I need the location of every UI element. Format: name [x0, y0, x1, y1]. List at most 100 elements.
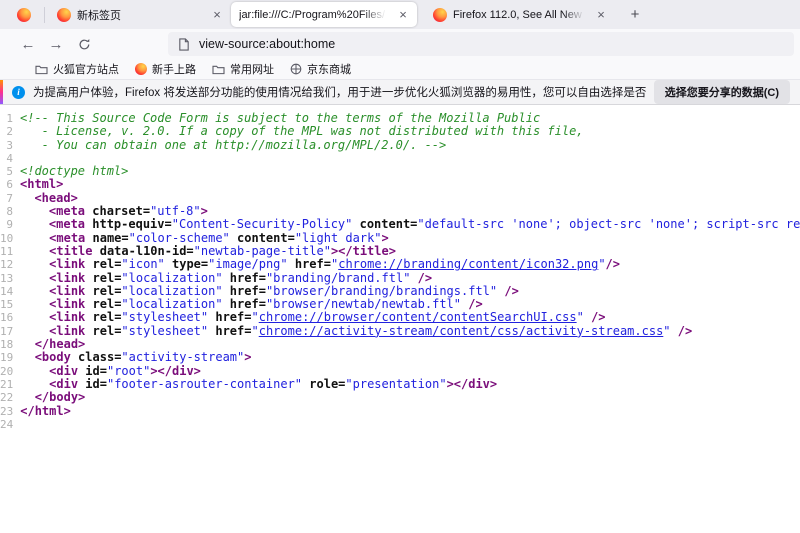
source-token: "localization"	[121, 285, 222, 298]
forward-button[interactable]: →	[42, 32, 70, 56]
line-content: <head>	[20, 192, 800, 205]
source-token: href	[223, 272, 259, 285]
line-number: 10	[0, 232, 20, 245]
bookmarks-bar: 火狐官方站点 新手上路 常用网址 京东商城	[0, 59, 800, 80]
pinned-tab[interactable]	[8, 3, 40, 26]
line-number: 17	[0, 325, 20, 338]
source-line: 18 </head>	[0, 338, 800, 351]
source-token: "localization"	[121, 298, 222, 311]
source-token: =	[186, 245, 193, 258]
source-token: href	[208, 325, 244, 338]
line-number: 23	[0, 405, 20, 418]
source-token: <div	[20, 378, 78, 391]
source-token: - License, v. 2.0. If a copy of the MPL …	[20, 125, 584, 138]
source-line: 13 <link rel="localization" href="brandi…	[0, 272, 800, 285]
source-line: 10 <meta name="color-scheme" content="li…	[0, 232, 800, 245]
source-token: <div	[20, 365, 78, 378]
source-token: rel	[85, 272, 114, 285]
source-link[interactable]: chrome://branding/content/icon32.png	[338, 258, 598, 271]
tab-firefox-release-notes[interactable]: Firefox 112.0, See All New Fea ×	[425, 3, 615, 26]
source-token: <head>	[20, 192, 78, 205]
bookmark-folder-common-sites[interactable]: 常用网址	[207, 59, 279, 79]
info-icon: i	[12, 86, 25, 99]
source-line: 8 <meta charset="utf-8">	[0, 205, 800, 218]
line-number: 20	[0, 365, 20, 378]
close-icon[interactable]: ×	[395, 7, 411, 23]
source-link[interactable]: chrome://browser/content/contentSearchUI…	[259, 311, 577, 324]
source-token: "newtab-page-title"	[194, 245, 331, 258]
infobar-message: 为提高用户体验，Firefox 将发送部分功能的使用情况给我们，用于进一步优化火…	[33, 84, 646, 100]
source-token: rel	[85, 298, 114, 311]
source-token: <link	[20, 311, 85, 324]
line-number: 8	[0, 205, 20, 218]
url-bar[interactable]: view-source:about:home	[168, 32, 794, 56]
line-content: <html>	[20, 178, 800, 191]
source-token: />	[584, 311, 606, 324]
bookmark-jd-mall[interactable]: 京东商城	[285, 59, 356, 79]
line-content: </html>	[20, 405, 800, 418]
line-content	[20, 152, 800, 165]
source-token: =	[100, 378, 107, 391]
source-token: =	[121, 232, 128, 245]
close-icon[interactable]: ×	[209, 7, 225, 23]
source-token: rel	[85, 311, 114, 324]
source-token: "image/png"	[208, 258, 287, 271]
close-icon[interactable]: ×	[593, 7, 609, 23]
line-content	[20, 418, 800, 431]
source-token: =	[259, 285, 266, 298]
line-content: <link rel="stylesheet" href="chrome://ac…	[20, 325, 800, 338]
line-number: 14	[0, 285, 20, 298]
bookmark-getting-started[interactable]: 新手上路	[130, 59, 201, 79]
tab-new-tab-page[interactable]: 新标签页 ×	[49, 3, 231, 26]
source-token: "	[251, 325, 258, 338]
source-token: <link	[20, 298, 85, 311]
source-token: "	[577, 311, 584, 324]
line-content: <link rel="icon" type="image/png" href="…	[20, 258, 800, 271]
tab-title: Firefox 112.0, See All New Fea	[453, 9, 587, 21]
line-content: <link rel="stylesheet" href="chrome://br…	[20, 311, 800, 324]
tab-bar: 新标签页 × jar:file:///C:/Program%20Files/M …	[0, 0, 800, 29]
bookmark-label: 京东商城	[307, 61, 351, 77]
line-content: <div id="root"></div>	[20, 365, 800, 378]
source-token: <meta	[20, 218, 85, 231]
source-token: "stylesheet"	[121, 311, 208, 324]
source-link[interactable]: chrome://activity-stream/content/css/act…	[259, 325, 664, 338]
source-line: 9 <meta http-equiv="Content-Security-Pol…	[0, 218, 800, 231]
bookmark-folder-firefox-official[interactable]: 火狐官方站点	[30, 59, 124, 79]
data-sharing-infobar: i 为提高用户体验，Firefox 将发送部分功能的使用情况给我们，用于进一步优…	[0, 80, 800, 105]
line-number: 4	[0, 152, 20, 165]
line-number: 3	[0, 139, 20, 152]
source-token: <!-- This Source Code Form is subject to…	[20, 112, 540, 125]
reload-button[interactable]	[70, 32, 98, 56]
source-token: http-equiv	[85, 218, 164, 231]
line-number: 11	[0, 245, 20, 258]
infobar-gradient-stripe	[0, 80, 3, 104]
line-number: 15	[0, 298, 20, 311]
source-token: <body	[20, 351, 71, 364]
source-token: rel	[85, 325, 114, 338]
new-tab-button[interactable]: +	[623, 3, 647, 26]
source-token: "root"	[107, 365, 150, 378]
source-token: rel	[85, 258, 114, 271]
source-token: ></div>	[150, 365, 201, 378]
back-button[interactable]: ←	[14, 32, 42, 56]
line-content: <body class="activity-stream">	[20, 351, 800, 364]
line-content: <meta http-equiv="Content-Security-Polic…	[20, 218, 800, 231]
firefox-icon	[57, 8, 71, 22]
choose-shared-data-button[interactable]: 选择您要分享的数据(C)	[654, 80, 790, 104]
source-token: =	[324, 258, 331, 271]
browser-window: 新标签页 × jar:file:///C:/Program%20Files/M …	[0, 0, 800, 533]
source-token: />	[497, 285, 519, 298]
firefox-icon	[135, 63, 147, 75]
source-line: 21 <div id="footer-asrouter-container" r…	[0, 378, 800, 391]
source-token: - You can obtain one at http://mozilla.o…	[20, 139, 446, 152]
tab-view-source-active[interactable]: jar:file:///C:/Program%20Files/M ×	[231, 2, 417, 27]
source-line: 23</html>	[0, 405, 800, 418]
source-line: 22 </body>	[0, 391, 800, 404]
folder-icon	[35, 64, 48, 75]
source-line: 6<html>	[0, 178, 800, 191]
source-token: "default-src 'none'; object-src 'none'; …	[417, 218, 800, 231]
source-token: "light dark"	[295, 232, 382, 245]
reload-icon	[78, 38, 91, 51]
source-line: 19 <body class="activity-stream">	[0, 351, 800, 364]
